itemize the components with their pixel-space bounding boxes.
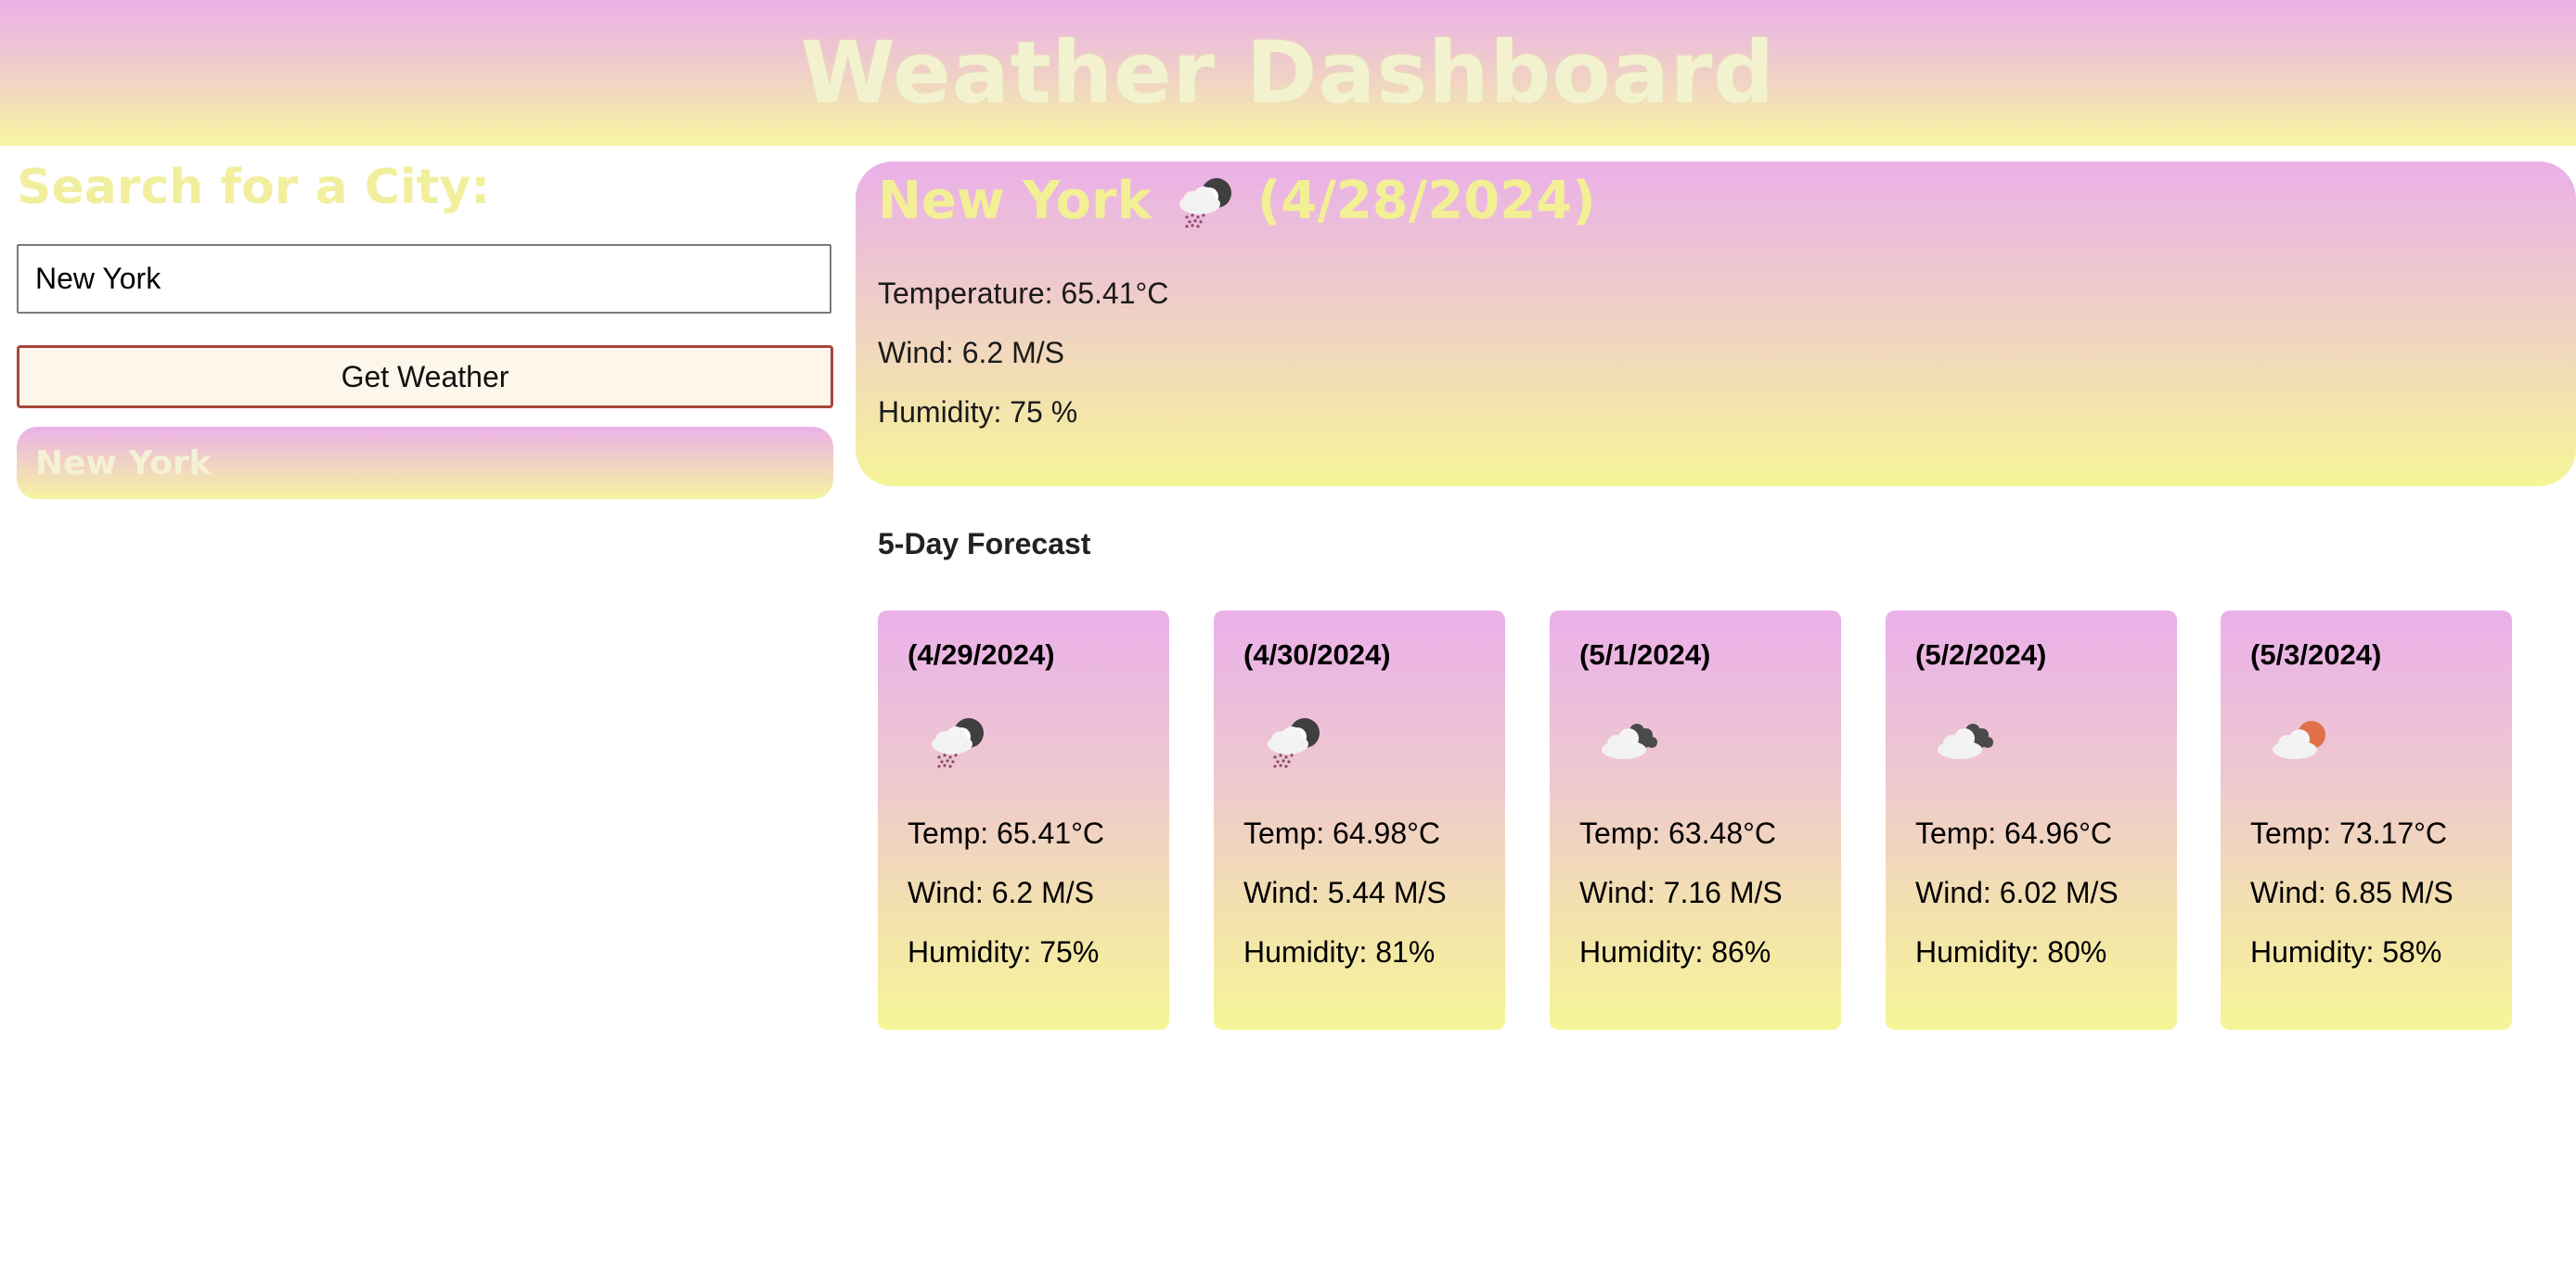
forecast-heading: 5-Day Forecast <box>878 527 1091 560</box>
current-temperature: Temperature: 65.41°C <box>878 276 1169 310</box>
current-humidity: Humidity: 75 % <box>878 395 1078 429</box>
forecast-wind: Wind: 6.2 M/S <box>908 876 1094 909</box>
forecast-date: (5/2/2024) <box>1915 638 2047 671</box>
rain-cloud-moon-icon <box>924 713 989 770</box>
forecast-card: (5/3/2024) Temp: 73.17°C Wind: 6.85 M/S … <box>2221 611 2512 1030</box>
rain-cloud-moon-icon <box>1172 173 1237 230</box>
forecast-card: (5/2/2024) Temp: 64.96°C Wind: 6.02 M/S … <box>1886 611 2177 1030</box>
page-title: Weather Dashboard <box>800 23 1776 122</box>
current-weather-panel: New York (4/28/2024) Temperature: 65.41°… <box>856 161 2576 486</box>
forecast-humidity: Humidity: 58% <box>2250 935 2442 969</box>
broken-clouds-icon <box>1932 713 1997 770</box>
forecast-temp: Temp: 63.48°C <box>1579 817 1777 850</box>
search-heading: Search for a City: <box>17 160 491 215</box>
city-search-input[interactable] <box>17 244 831 314</box>
forecast-date: (4/29/2024) <box>908 638 1055 671</box>
forecast-humidity: Humidity: 80% <box>1915 935 2107 969</box>
current-city-name: New York <box>878 171 1152 231</box>
forecast-wind: Wind: 6.02 M/S <box>1915 876 2119 909</box>
forecast-humidity: Humidity: 86% <box>1579 935 1771 969</box>
forecast-humidity: Humidity: 81% <box>1243 935 1436 969</box>
rain-cloud-moon-icon <box>1260 713 1325 770</box>
current-weather-title: New York (4/28/2024) <box>878 171 1596 231</box>
get-weather-button[interactable]: Get Weather <box>17 345 833 408</box>
current-wind: Wind: 6.2 M/S <box>878 336 1064 369</box>
forecast-temp: Temp: 65.41°C <box>908 817 1105 850</box>
forecast-date: (5/3/2024) <box>2250 638 2382 671</box>
few-clouds-sun-icon <box>2267 713 2332 770</box>
broken-clouds-icon <box>1596 713 1661 770</box>
forecast-card: (5/1/2024) Temp: 63.48°C Wind: 7.16 M/S … <box>1550 611 1841 1030</box>
current-date: (4/28/2024) <box>1256 171 1596 231</box>
forecast-card: (4/30/2024) Temp: 64.98°C Wind: 5.44 M/S… <box>1214 611 1505 1030</box>
header: Weather Dashboard <box>0 0 2576 146</box>
forecast-card: (4/29/2024) Temp: 65.41°C Wind: 6.2 M/S … <box>878 611 1169 1030</box>
forecast-wind: Wind: 6.85 M/S <box>2250 876 2454 909</box>
forecast-humidity: Humidity: 75% <box>908 935 1100 969</box>
forecast-temp: Temp: 64.96°C <box>1915 817 2113 850</box>
forecast-temp: Temp: 73.17°C <box>2250 817 2448 850</box>
forecast-wind: Wind: 5.44 M/S <box>1243 876 1447 909</box>
forecast-date: (4/30/2024) <box>1243 638 1391 671</box>
forecast-wind: Wind: 7.16 M/S <box>1579 876 1783 909</box>
history-item-new-york[interactable]: New York <box>17 427 833 499</box>
forecast-temp: Temp: 64.98°C <box>1243 817 1441 850</box>
forecast-date: (5/1/2024) <box>1579 638 1711 671</box>
